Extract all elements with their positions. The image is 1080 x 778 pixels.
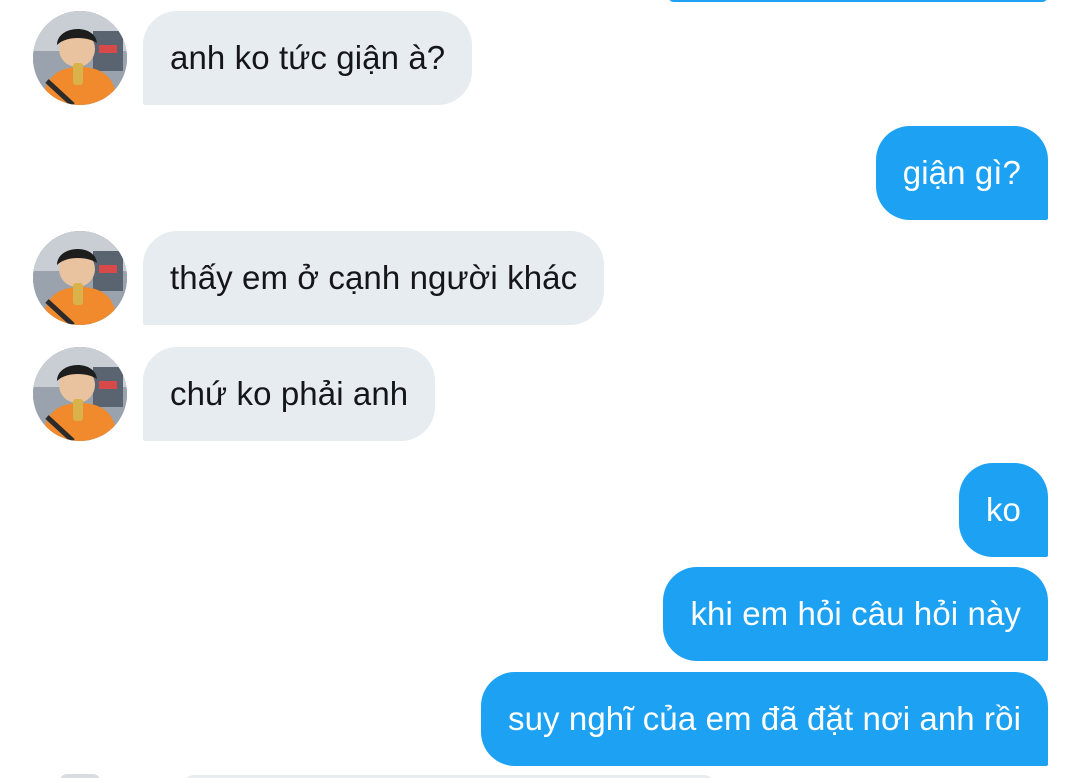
message-row-outgoing: giận gì? <box>875 126 1048 220</box>
avatar-photo-icon <box>33 347 127 441</box>
chat-screen: anh ko tức giận à? giận gì? thấy em ở cạ… <box>0 0 1080 778</box>
message-row-outgoing: khi em hỏi câu hỏi này <box>663 567 1048 661</box>
incoming-message-bubble[interactable]: chứ ko phải anh <box>143 347 436 441</box>
next-avatar-edge <box>60 774 100 778</box>
message-row-incoming: thấy em ở cạnh người khác <box>33 231 605 325</box>
message-row-outgoing: suy nghĩ của em đã đặt nơi anh rồi <box>480 672 1048 766</box>
incoming-message-bubble[interactable]: thấy em ở cạnh người khác <box>143 231 605 325</box>
outgoing-message-bubble[interactable]: ko <box>958 463 1048 557</box>
message-row-outgoing: ko <box>958 463 1048 557</box>
outgoing-message-bubble[interactable]: suy nghĩ của em đã đặt nơi anh rồi <box>480 672 1048 766</box>
outgoing-message-bubble[interactable]: khi em hỏi câu hỏi này <box>663 567 1048 661</box>
sender-avatar[interactable] <box>33 231 127 325</box>
previous-message-bubble-edge <box>668 0 1048 2</box>
message-row-incoming: chứ ko phải anh <box>33 347 436 441</box>
sender-avatar[interactable] <box>33 11 127 105</box>
outgoing-message-bubble[interactable]: giận gì? <box>875 126 1048 220</box>
incoming-message-bubble[interactable]: anh ko tức giận à? <box>143 11 473 105</box>
message-row-incoming: anh ko tức giận à? <box>33 11 473 105</box>
avatar-photo-icon <box>33 231 127 325</box>
sender-avatar[interactable] <box>33 347 127 441</box>
avatar-photo-icon <box>33 11 127 105</box>
